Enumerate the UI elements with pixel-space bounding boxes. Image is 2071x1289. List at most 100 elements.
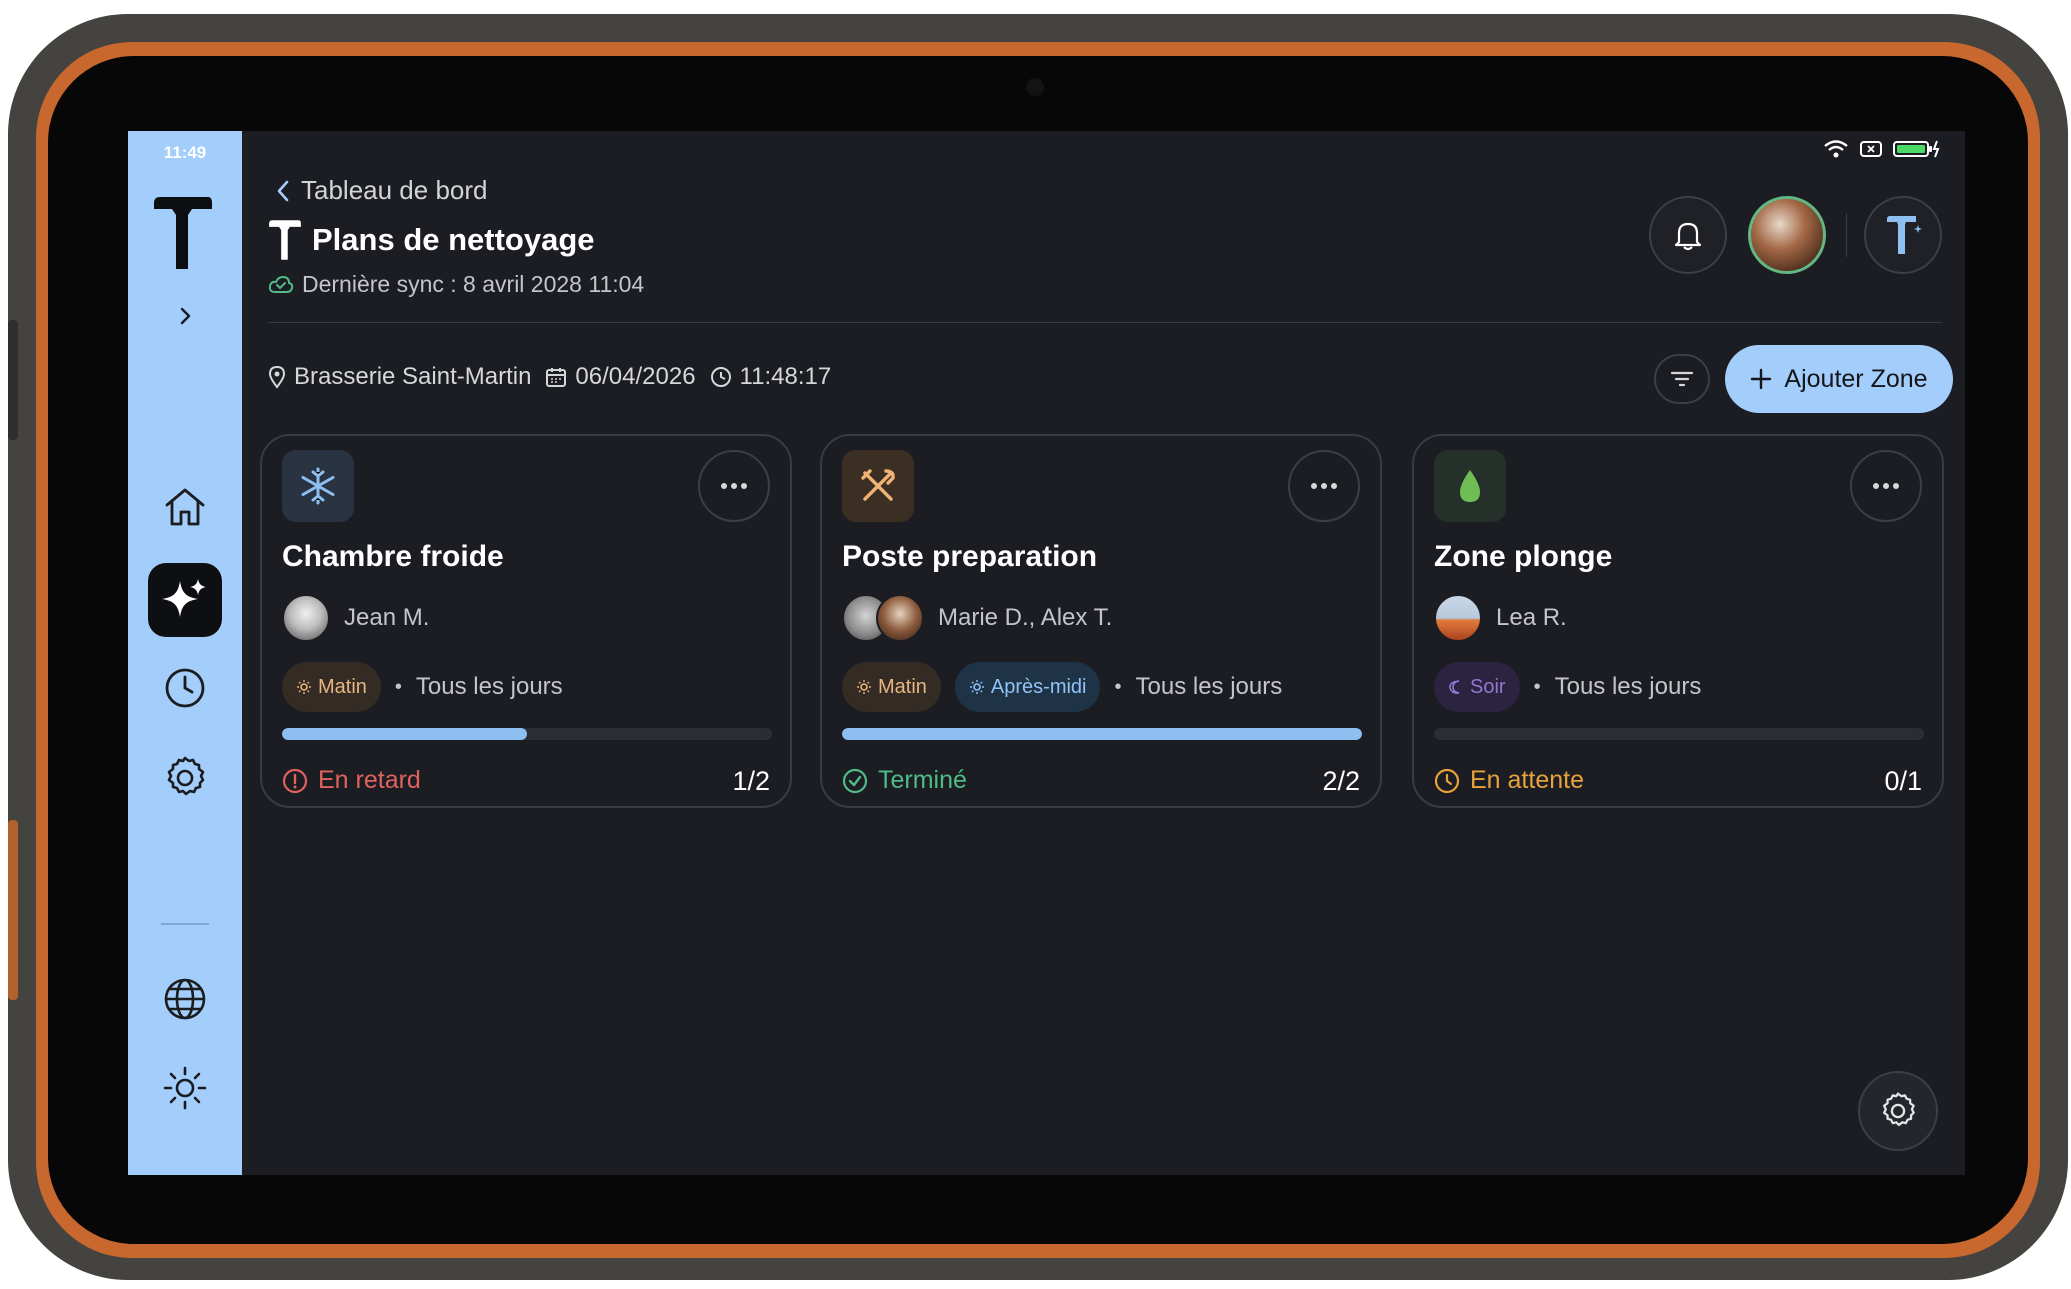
sidebar-item-settings[interactable] <box>148 741 222 815</box>
sidebar-item-history[interactable] <box>148 651 222 725</box>
app-screen: 11:49 Tableau de bord Plans de nettoyage… <box>128 131 1965 1175</box>
card-tags: Soir • Tous les jours <box>1434 662 1701 712</box>
status-text: En retard <box>318 766 421 794</box>
sidebar-item-plans[interactable] <box>148 563 222 637</box>
more-horizontal-icon <box>721 483 747 489</box>
filter-icon <box>1670 371 1694 387</box>
home-icon <box>165 488 205 526</box>
context-bar: Brasserie Saint-Martin 06/04/2026 11:48:… <box>268 363 831 391</box>
avatar-stack <box>842 594 924 642</box>
card-title: Chambre froide <box>282 540 504 573</box>
more-horizontal-icon <box>1311 483 1337 489</box>
clock-small-icon <box>710 367 731 387</box>
sun-small-icon <box>857 680 871 694</box>
header-divider <box>268 322 1942 323</box>
progress-bar <box>842 728 1362 740</box>
back-link[interactable]: Tableau de bord <box>273 175 487 206</box>
sidebar-item-theme[interactable] <box>148 1051 222 1125</box>
task-count: 0/1 <box>1884 766 1922 796</box>
front-camera <box>1026 78 1044 96</box>
card-menu-button[interactable] <box>1288 450 1360 522</box>
assistant-logo-icon <box>1887 216 1922 254</box>
sidebar: 11:49 <box>128 131 242 1175</box>
card-icon-tile <box>282 450 354 522</box>
shift-tag-label: Soir <box>1470 675 1506 698</box>
shift-tag: Après-midi <box>954 662 1101 712</box>
zone-card[interactable]: Zone plonge Lea R. Soir • Tous les jours… <box>1412 434 1944 808</box>
card-icon-tile <box>842 450 914 522</box>
check-circle-icon <box>842 768 868 793</box>
shift-tag-label: Matin <box>878 675 927 698</box>
zone-card[interactable]: Chambre froide Jean M. Matin • Tous les … <box>260 434 792 808</box>
status-time: 11:49 <box>163 143 207 162</box>
avatar <box>1434 594 1482 642</box>
card-status: En retard <box>282 766 421 795</box>
map-pin-icon <box>268 365 286 389</box>
avatar <box>876 594 924 642</box>
location-info: Brasserie Saint-Martin <box>268 363 531 391</box>
battery-charging-icon <box>1893 140 1940 158</box>
assistant-button[interactable] <box>1864 196 1942 274</box>
card-menu-button[interactable] <box>1850 450 1922 522</box>
add-zone-label: Ajouter Zone <box>1784 364 1928 393</box>
page-title: Plans de nettoyage <box>312 222 595 257</box>
zone-card[interactable]: Poste preparation Marie D., Alex T. Mati… <box>820 434 1382 808</box>
sun-small-icon <box>969 680 984 694</box>
sync-status: Dernière sync : 8 avril 2028 11:04 <box>268 271 644 298</box>
sidebar-item-home[interactable] <box>148 470 222 544</box>
utensils-icon <box>861 469 895 501</box>
sidebar-item-language[interactable] <box>148 962 222 1036</box>
card-status: En attente <box>1434 766 1584 795</box>
app-logo-small <box>269 220 301 260</box>
shift-tag-label: Après-midi <box>990 675 1087 698</box>
page-header: Plans de nettoyage <box>268 219 595 261</box>
card-assignee: Jean M. <box>282 594 429 642</box>
add-zone-button[interactable]: Ajouter Zone <box>1725 345 1953 413</box>
separator-dot: • <box>1533 675 1541 698</box>
chevron-left-icon <box>277 180 289 201</box>
clock-status-icon <box>1434 768 1460 793</box>
sync-text: Dernière sync : 8 avril 2028 11:04 <box>302 271 645 297</box>
snowflake-icon <box>301 467 335 505</box>
cloud-check-icon <box>268 275 294 293</box>
status-text: Terminé <box>878 766 967 794</box>
separator-dot: • <box>1114 675 1122 698</box>
card-tags: Matin Après-midi • Tous les jours <box>842 662 1282 712</box>
back-link-label: Tableau de bord <box>301 175 488 205</box>
assignee-name: Lea R. <box>1496 604 1567 631</box>
progress-bar <box>1434 728 1924 740</box>
volume-button <box>8 320 18 440</box>
app-logo <box>154 197 212 269</box>
globe-icon <box>164 978 206 1020</box>
frequency-text: Tous les jours <box>1135 673 1283 700</box>
floating-settings-button[interactable] <box>1858 1071 1938 1151</box>
wifi-icon <box>1824 140 1848 158</box>
gear-icon <box>167 756 205 796</box>
clock-icon <box>165 668 205 708</box>
sidebar-expand-button[interactable] <box>165 296 205 336</box>
progress-fill <box>842 728 1362 740</box>
location-text: Brasserie Saint-Martin <box>294 363 532 390</box>
calendar-icon <box>546 368 567 387</box>
assignee-name: Jean M. <box>344 604 430 631</box>
sparkles-icon <box>162 579 206 617</box>
chevron-right-icon <box>180 307 191 325</box>
sun-icon <box>163 1066 207 1110</box>
user-avatar[interactable] <box>1748 196 1826 274</box>
bell-icon <box>1674 222 1702 251</box>
time-text: 11:48:17 <box>739 363 832 390</box>
card-assignee: Marie D., Alex T. <box>842 594 1112 642</box>
notifications-button[interactable] <box>1649 196 1727 274</box>
shift-tag: Soir <box>1434 662 1520 712</box>
separator-dot: • <box>394 675 402 698</box>
more-horizontal-icon <box>1873 483 1899 489</box>
avatar <box>282 594 330 642</box>
task-count: 2/2 <box>1322 766 1360 796</box>
card-menu-button[interactable] <box>698 450 770 522</box>
frequency-text: Tous les jours <box>415 673 563 700</box>
filter-button[interactable] <box>1654 354 1710 404</box>
card-icon-tile <box>1434 450 1506 522</box>
shift-tag: Matin <box>282 662 381 712</box>
sun-small-icon <box>297 680 311 694</box>
gear-icon <box>1882 1092 1915 1127</box>
